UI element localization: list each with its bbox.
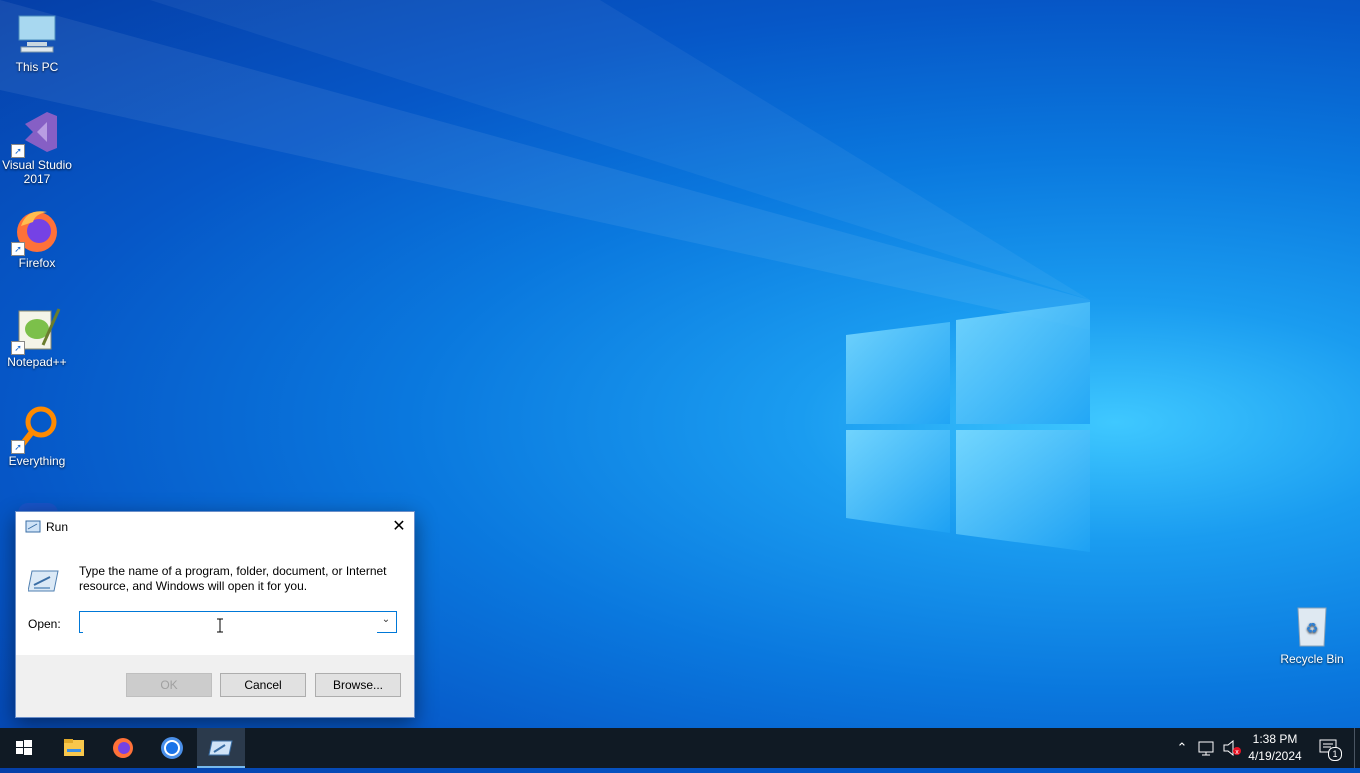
clock-time: 1:38 PM: [1252, 732, 1298, 746]
desktop-icon-visual-studio[interactable]: ➚ Visual Studio 2017: [0, 108, 74, 186]
desktop-icon-this-pc[interactable]: This PC: [0, 10, 74, 74]
open-input[interactable]: [83, 613, 377, 633]
everything-search-icon: ➚: [11, 404, 61, 454]
text-cursor-icon: [217, 618, 223, 633]
taskbar: ⌃ x 1:38 PM 4/19/2024 1: [0, 728, 1360, 768]
this-pc-icon: [13, 10, 61, 58]
desktop-icon-everything[interactable]: ➚ Everything: [0, 404, 74, 468]
start-button[interactable]: [0, 728, 48, 768]
chrome-icon: [161, 737, 183, 759]
run-icon: [25, 520, 41, 533]
desktop-icon-label: This PC: [15, 60, 59, 74]
shortcut-arrow-icon: ➚: [11, 242, 25, 256]
shortcut-arrow-icon: ➚: [11, 440, 25, 454]
close-icon: ✕: [392, 518, 406, 535]
taskbar-file-explorer[interactable]: [50, 728, 98, 768]
desktop-icon-label-line2: 2017: [23, 172, 51, 186]
run-dialog: Run ✕ Type the name of a program, folder…: [15, 511, 415, 718]
run-dialog-titlebar[interactable]: Run ✕: [16, 512, 414, 542]
ok-button[interactable]: OK: [126, 673, 212, 697]
shortcut-arrow-icon: ➚: [11, 144, 25, 158]
run-icon: [208, 740, 233, 756]
desktop-icon-label: Everything: [8, 454, 66, 468]
cancel-button[interactable]: Cancel: [220, 673, 306, 697]
desktop-icon-recycle-bin[interactable]: ♻ Recycle Bin: [1275, 602, 1349, 666]
clock[interactable]: 1:38 PM 4/19/2024: [1244, 731, 1306, 765]
open-combobox[interactable]: ⌄: [79, 611, 397, 633]
open-label: Open:: [28, 617, 61, 631]
shortcut-arrow-icon: ➚: [11, 341, 25, 355]
run-dialog-title: Run: [46, 520, 69, 534]
run-description: Type the name of a program, folder, docu…: [79, 564, 387, 593]
recycle-bin-icon: ♻: [1288, 602, 1336, 650]
action-center-button[interactable]: 1: [1314, 736, 1342, 761]
notepad-plus-plus-icon: ➚: [11, 305, 61, 355]
volume-button[interactable]: x: [1222, 739, 1242, 757]
svg-text:♻: ♻: [1306, 620, 1319, 636]
show-hidden-icons-button[interactable]: ⌃: [1173, 740, 1191, 756]
notification-count-badge: 1: [1328, 747, 1342, 761]
taskbar-firefox[interactable]: [99, 728, 147, 768]
firefox-icon: ➚: [11, 206, 61, 256]
network-icon: [1198, 741, 1214, 756]
volume-muted-icon: x: [1223, 739, 1241, 757]
close-button[interactable]: ✕: [384, 512, 414, 542]
svg-text:x: x: [1235, 749, 1239, 756]
taskbar-chrome[interactable]: [148, 728, 196, 768]
desktop-icon-label: Recycle Bin: [1280, 652, 1344, 666]
chevron-up-icon: ⌃: [1176, 740, 1188, 755]
desktop-icon-label: Firefox: [18, 256, 56, 270]
clock-date: 4/19/2024: [1248, 749, 1302, 763]
desktop-icon-label: Notepad++: [7, 355, 67, 369]
desktop-icon-firefox[interactable]: ➚ Firefox: [0, 206, 74, 270]
network-button[interactable]: [1197, 740, 1217, 756]
folder-icon: [64, 739, 84, 756]
chevron-down-icon[interactable]: ⌄: [378, 614, 394, 630]
taskbar-run[interactable]: [197, 728, 245, 768]
run-program-icon: [28, 570, 59, 592]
browse-button[interactable]: Browse...: [315, 673, 401, 697]
visual-studio-icon: ➚: [11, 108, 61, 158]
windows-logo-icon: [16, 740, 32, 755]
desktop-icon-notepad-plus-plus[interactable]: ➚ Notepad++: [0, 305, 74, 369]
show-desktop-button[interactable]: [1354, 728, 1360, 768]
firefox-icon: [113, 738, 133, 758]
desktop-icon-label: Visual Studio: [2, 158, 72, 172]
